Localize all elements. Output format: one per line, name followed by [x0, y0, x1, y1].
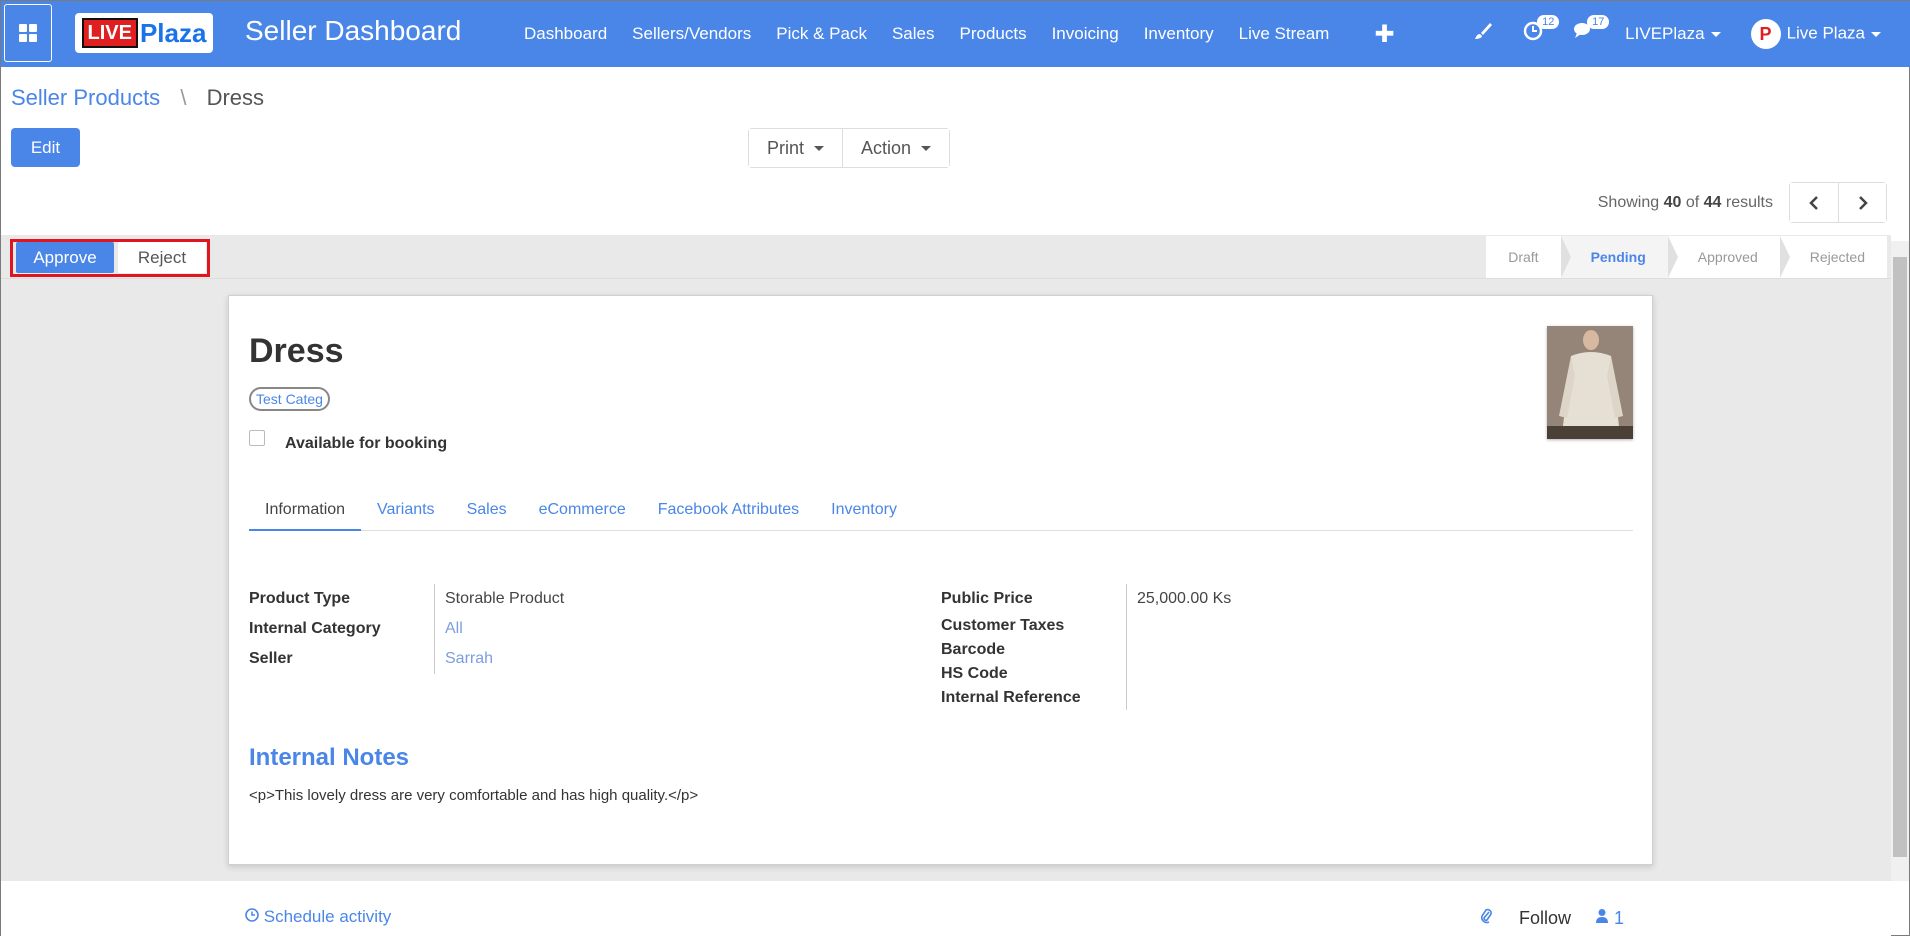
internal-notes-body: <p>This lovely dress are very comfortabl… [249, 787, 699, 804]
seller-link[interactable]: Sarrah [435, 650, 493, 668]
tab-sales[interactable]: Sales [451, 491, 523, 531]
field-label: Customer Taxes [941, 614, 1127, 638]
tab-inventory[interactable]: Inventory [815, 491, 913, 531]
stage-pending[interactable]: Pending [1560, 236, 1679, 278]
field-internal-reference: Internal Reference [941, 686, 1231, 710]
breadcrumb-separator: \ [180, 85, 187, 110]
print-dropdown[interactable]: Print [749, 129, 843, 167]
grid-icon [19, 24, 37, 42]
internal-notes-title: Internal Notes [249, 744, 410, 771]
product-name: Dress [249, 332, 344, 370]
messages-icon[interactable]: 17 [1573, 15, 1610, 47]
paperclip-icon[interactable] [1479, 907, 1493, 930]
pager-next-button[interactable] [1838, 183, 1886, 222]
navbar-right: 12 17 LIVEPlaza P Live Plaza [1473, 1, 1910, 67]
field-product-type: Product Type Storable Product [249, 584, 564, 614]
activity-clock-icon[interactable]: 12 [1523, 15, 1560, 47]
edit-button[interactable]: Edit [11, 128, 80, 167]
field-customer-taxes: Customer Taxes [941, 614, 1231, 638]
chevron-left-icon [1809, 195, 1818, 210]
scrollbar-thumb[interactable] [1893, 257, 1907, 857]
caret-down-icon [921, 145, 932, 151]
field-label: Public Price [941, 584, 1127, 614]
menu-item-products[interactable]: Products [959, 24, 1026, 44]
pager: Showing 40 of 44 results [1598, 182, 1887, 223]
stage-draft[interactable]: Draft [1486, 236, 1571, 278]
field-label: HS Code [941, 662, 1127, 686]
caret-down-icon [1871, 31, 1881, 37]
menu-item-inventory[interactable]: Inventory [1144, 24, 1214, 44]
menu-item-sellers-vendors[interactable]: Sellers/Vendors [632, 24, 751, 44]
info-fields-left: Product Type Storable Product Internal C… [249, 584, 564, 674]
available-for-booking-checkbox[interactable] [249, 430, 265, 446]
field-public-price: Public Price 25,000.00 Ks [941, 584, 1231, 614]
tab-ecommerce[interactable]: eCommerce [523, 491, 642, 531]
company-switcher[interactable]: LIVEPlaza [1625, 24, 1721, 44]
user-menu[interactable]: P Live Plaza [1750, 19, 1881, 49]
chevron-right-icon [1858, 195, 1868, 210]
pager-buttons [1789, 182, 1887, 223]
caret-down-icon [1710, 32, 1721, 38]
field-label: Product Type [249, 584, 435, 614]
info-fields-right: Public Price 25,000.00 Ks Customer Taxes… [941, 584, 1231, 710]
field-hs-code: HS Code [941, 662, 1231, 686]
menu-item-invoicing[interactable]: Invoicing [1052, 24, 1119, 44]
field-seller: Seller Sarrah [249, 644, 564, 674]
stage-approved[interactable]: Approved [1667, 236, 1790, 278]
chatter-actions: Follow 1 [1479, 907, 1624, 930]
notebook-tabs: Information Variants Sales eCommerce Fac… [249, 491, 1633, 531]
tab-facebook-attributes[interactable]: Facebook Attributes [642, 491, 815, 531]
approve-button[interactable]: Approve [16, 242, 114, 273]
schedule-activity-button[interactable]: Schedule activity [245, 907, 391, 927]
category-tag[interactable]: Test Categ [249, 387, 330, 411]
followers-button[interactable]: 1 [1595, 908, 1624, 929]
breadcrumb-seller-products[interactable]: Seller Products [11, 85, 160, 110]
action-button-group: Print Action [748, 128, 951, 168]
field-label: Seller [249, 644, 435, 674]
internal-category-link[interactable]: All [435, 620, 463, 638]
product-image[interactable] [1547, 326, 1633, 439]
status-stages: Draft Pending Approved Rejected [1486, 236, 1887, 278]
field-label: Internal Category [249, 614, 435, 644]
apps-menu-button[interactable] [4, 4, 52, 62]
breadcrumb: Seller Products \ Dress [11, 85, 264, 111]
menu-item-dashboard[interactable]: Dashboard [524, 24, 607, 44]
field-value: Storable Product [445, 590, 565, 607]
breadcrumb-current: Dress [206, 85, 265, 110]
caret-down-icon [814, 145, 825, 151]
field-label: Barcode [941, 638, 1127, 662]
paintbrush-icon[interactable] [1473, 21, 1493, 47]
action-dropdown[interactable]: Action [842, 129, 950, 167]
available-for-booking-label: Available for booking [285, 435, 448, 452]
booking-field: Available for booking [249, 423, 447, 453]
product-photo-icon [1547, 326, 1633, 439]
avatar: P [1750, 19, 1781, 49]
app-title: Seller Dashboard [245, 15, 462, 46]
top-navbar: LIVE Plaza Seller Dashboard Dashboard Sel… [1, 1, 1910, 67]
pager-previous-button[interactable] [1790, 183, 1838, 222]
plus-icon[interactable]: ✚ [1374, 20, 1394, 49]
messages-badge: 17 [1587, 15, 1610, 29]
follow-button[interactable]: Follow [1519, 908, 1571, 929]
clock-icon [245, 908, 259, 922]
user-icon [1596, 909, 1609, 923]
vertical-scrollbar[interactable] [1891, 241, 1909, 881]
field-label: Internal Reference [941, 686, 1127, 710]
field-value: 25,000.00 Ks [1137, 590, 1232, 607]
menu-item-sales[interactable]: Sales [892, 24, 935, 44]
reject-button[interactable]: Reject [118, 242, 206, 273]
tab-variants[interactable]: Variants [361, 491, 451, 531]
field-barcode: Barcode [941, 638, 1231, 662]
menu-item-pick-pack[interactable]: Pick & Pack [776, 24, 867, 44]
menu-item-live-stream[interactable]: Live Stream [1239, 24, 1330, 44]
tab-information[interactable]: Information [249, 491, 362, 531]
activity-badge: 12 [1537, 15, 1560, 29]
stage-rejected[interactable]: Rejected [1779, 236, 1887, 278]
pager-text: Showing 40 of 44 results [1597, 193, 1773, 211]
field-internal-category: Internal Category All [249, 614, 564, 644]
liveplaza-logo[interactable]: LIVE Plaza [75, 13, 213, 53]
main-menu: Dashboard Sellers/Vendors Pick & Pack Sa… [524, 1, 1394, 67]
form-sheet: Dress Test Categ Available for booking I… [228, 295, 1653, 865]
